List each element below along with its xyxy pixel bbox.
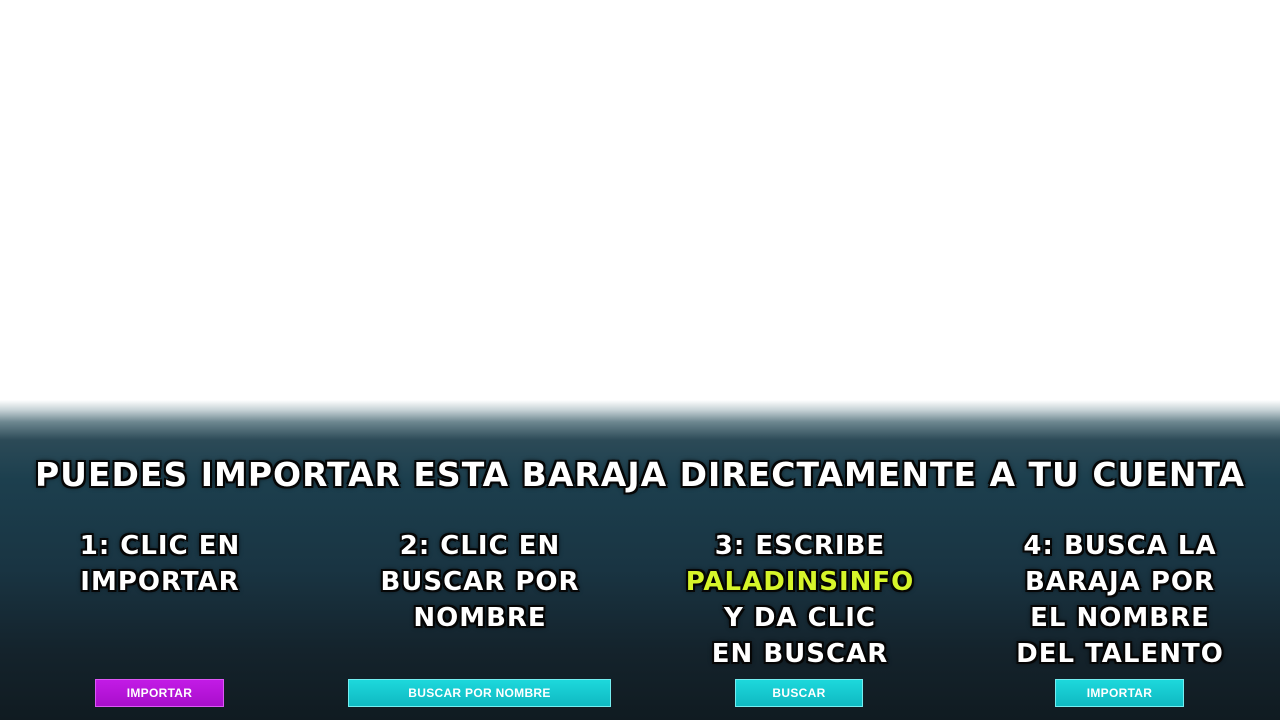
step-2-instruction: 2: CLIC EN BUSCAR POR NOMBRE bbox=[320, 528, 640, 636]
step-1-instruction: 1: CLIC EN IMPORTAR bbox=[0, 528, 320, 600]
step-4-line-4: DEL TALENTO bbox=[1016, 639, 1224, 669]
step-4-line-2: BARAJA POR bbox=[1024, 567, 1216, 597]
importar-deck-button-example[interactable]: IMPORTAR bbox=[1055, 679, 1184, 707]
step-3-instruction: 3: ESCRIBE PALADINSINFO Y DA CLIC EN BUS… bbox=[640, 528, 960, 672]
step-1-line-1: 1: CLIC EN bbox=[79, 531, 241, 561]
step-3-code-highlight: PALADINSINFO bbox=[685, 567, 915, 597]
step-4-line-3: EL NOMBRE bbox=[1030, 603, 1210, 633]
step-4-instruction: 4: BUSCA LA BARAJA POR EL NOMBRE DEL TAL… bbox=[960, 528, 1280, 672]
importar-button-example[interactable]: IMPORTAR bbox=[95, 679, 224, 707]
import-headline: PUEDES IMPORTAR ESTA BARAJA DIRECTAMENTE… bbox=[35, 455, 1245, 494]
buscar-button-example[interactable]: BUSCAR bbox=[735, 679, 863, 707]
screen: PUEDES IMPORTAR ESTA BARAJA DIRECTAMENTE… bbox=[0, 0, 1280, 720]
step-2-line-3: NOMBRE bbox=[413, 603, 547, 633]
step-3-line-4: EN BUSCAR bbox=[711, 639, 889, 669]
step-1-line-2: IMPORTAR bbox=[80, 567, 240, 597]
blank-content-area bbox=[0, 0, 1280, 400]
step-2-line-1: 2: CLIC EN bbox=[399, 531, 561, 561]
step-2-line-2: BUSCAR POR bbox=[380, 567, 580, 597]
step-3-line-3: Y DA CLIC bbox=[723, 603, 877, 633]
step-4-line-1: 4: BUSCA LA bbox=[1023, 531, 1217, 561]
step-3-line-1: 3: ESCRIBE bbox=[714, 531, 886, 561]
buscar-por-nombre-button-example[interactable]: BUSCAR POR NOMBRE bbox=[348, 679, 611, 707]
